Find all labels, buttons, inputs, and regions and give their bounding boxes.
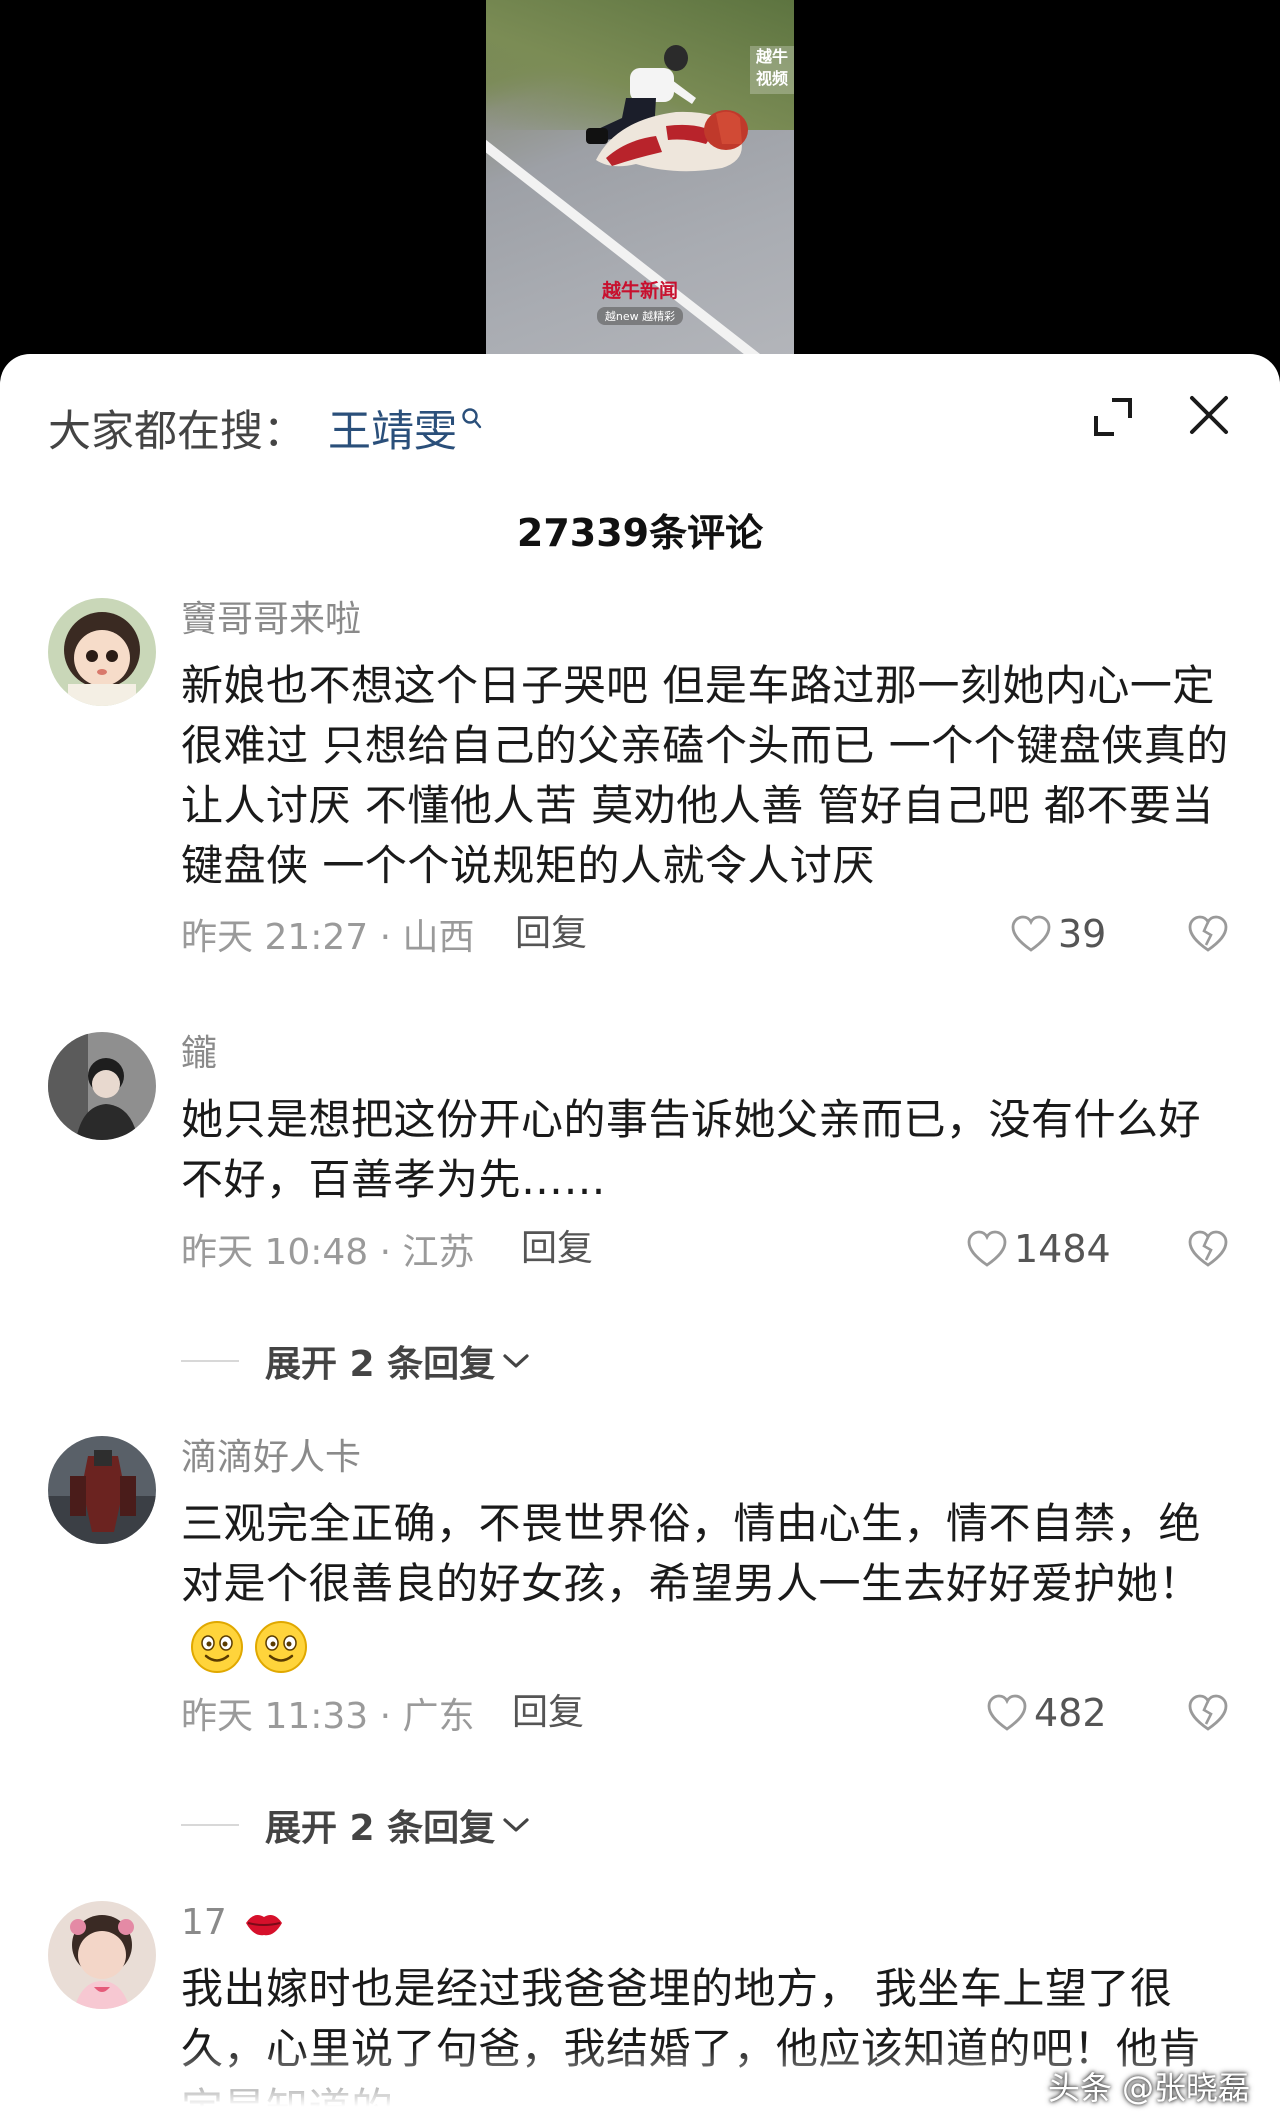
grinning-face-emoji-icon: [191, 1620, 243, 1673]
comment-timestamp-location: 昨天 10:48 · 江苏: [181, 1224, 475, 1274]
avatar[interactable]: [48, 1901, 156, 2009]
avatar[interactable]: [48, 1032, 156, 1140]
video-scene-figures: [586, 45, 748, 172]
reply-button[interactable]: 回复: [512, 1688, 584, 1738]
heart-icon: [1011, 915, 1051, 952]
fullscreen-expand-icon[interactable]: [1090, 394, 1136, 440]
trending-search-bar: 大家都在搜： 王靖雯: [48, 398, 483, 458]
like-count: 39: [1058, 912, 1107, 956]
heart-icon: [987, 1694, 1027, 1731]
red-lips-emoji-icon: [246, 1915, 283, 1936]
comment-username-text: 17: [181, 1902, 227, 1943]
comment-count: 27339条评论: [516, 511, 764, 555]
comment-text: 三观完全正确，不畏世界俗，情由心生，情不自禁，绝对是个很善良的好女孩，希望男人一…: [181, 1494, 1241, 1675]
like-button[interactable]: 482: [986, 1688, 1107, 1738]
trending-search-label: 大家都在搜：: [48, 407, 306, 457]
avatar-robot-image: [48, 1436, 156, 1544]
comment-text-content: 三观完全正确，不畏世界俗，情由心生，情不自禁，绝对是个很善良的好女孩，希望男人一…: [181, 1499, 1202, 1608]
broken-heart-icon: [1188, 1694, 1228, 1731]
avatar-girl-cartoon-image: [48, 598, 156, 706]
like-count: 482: [1034, 1691, 1107, 1735]
comment-timestamp-location: 昨天 11:33 · 广东: [181, 1688, 475, 1738]
comment-text: 她只是想把这份开心的事告诉她父亲而已，没有什么好不好，百善孝为先……: [181, 1095, 1202, 1204]
trending-search-term[interactable]: 王靖雯: [328, 397, 457, 459]
video-player[interactable]: 越牛视频 越牛新闻 越new 越精彩: [0, 0, 1280, 370]
like-button[interactable]: 39: [1010, 909, 1106, 959]
broken-heart-icon: [1188, 1230, 1228, 1267]
video-watermark-badge: 越牛视频: [750, 46, 794, 94]
comment-username[interactable]: 竇哥哥来啦: [181, 598, 1241, 642]
avatar-boy-photo-image: [48, 1032, 156, 1140]
reply-button[interactable]: 回复: [515, 909, 587, 959]
comment-sheet: 大家都在搜： 王靖雯 27339条评论 竇哥哥来啦 新娘也不想这个日子哭吧 但是…: [0, 354, 1280, 2117]
avatar-child-photo-image: [48, 1901, 156, 2009]
dislike-button[interactable]: [1186, 1688, 1230, 1738]
divider-line: [181, 1824, 239, 1826]
expand-replies-label: 展开 2 条回复: [265, 1344, 496, 1385]
video-watermark-subtitle: 越new 越精彩: [596, 307, 684, 325]
avatar[interactable]: [48, 598, 156, 706]
video-watermark-logo: 越牛新闻 越new 越精彩: [486, 276, 794, 325]
dislike-button[interactable]: [1186, 1224, 1230, 1274]
like-button[interactable]: 1484: [966, 1224, 1111, 1274]
chevron-down-icon: [503, 1818, 529, 1832]
video-frame[interactable]: 越牛视频 越牛新闻 越new 越精彩: [486, 0, 794, 356]
dislike-button[interactable]: [1186, 909, 1230, 959]
expand-replies-button[interactable]: 展开 2 条回复: [181, 1800, 531, 1850]
reply-button[interactable]: 回复: [521, 1224, 593, 1274]
comment-username[interactable]: 17: [181, 1901, 1241, 1945]
comment-username[interactable]: 鑨: [181, 1032, 1241, 1076]
chevron-down-icon: [503, 1354, 529, 1368]
comment-text: 新娘也不想这个日子哭吧 但是车路过那一刻她内心一定很难过 只想给自己的父亲磕个头…: [181, 661, 1229, 890]
expand-replies-label: 展开 2 条回复: [265, 1808, 496, 1849]
comment-time: 昨天 11:33 · 广东: [181, 1696, 475, 1737]
grinning-face-emoji-icon: [255, 1620, 307, 1673]
broken-heart-icon: [1188, 915, 1228, 952]
like-count: 1484: [1014, 1227, 1111, 1271]
video-watermark-title: 越牛新闻: [601, 280, 678, 302]
comment-time: 昨天 10:48 · 江苏: [181, 1232, 475, 1273]
search-icon[interactable]: [461, 407, 483, 431]
expand-replies-button[interactable]: 展开 2 条回复: [181, 1336, 531, 1386]
comment-time: 昨天 21:27 · 山西: [181, 917, 475, 958]
avatar[interactable]: [48, 1436, 156, 1544]
divider-line: [181, 1360, 239, 1362]
comment-timestamp-location: 昨天 21:27 · 山西: [181, 909, 475, 959]
source-watermark: 头条 @张晓磊: [1047, 2069, 1250, 2107]
comment-username[interactable]: 滴滴好人卡: [181, 1436, 1241, 1480]
close-icon[interactable]: [1186, 392, 1232, 438]
heart-icon: [967, 1230, 1007, 1267]
